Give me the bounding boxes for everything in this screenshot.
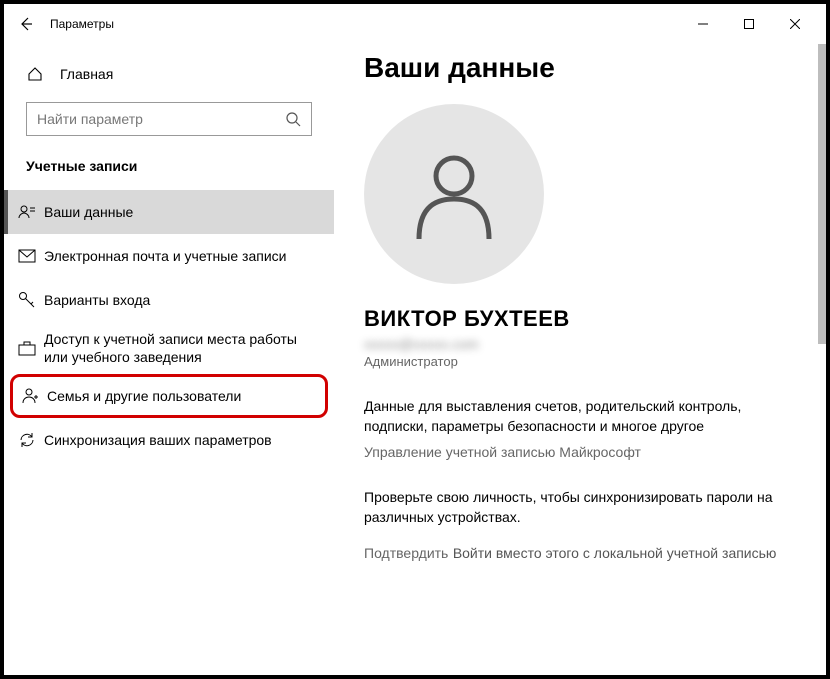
verify-link[interactable]: Подтвердить <box>364 545 448 561</box>
search-input[interactable]: Найти параметр <box>26 102 312 136</box>
main-content: Ваши данные ВИКТОР БУХТЕЕВ xxxxx@xxxxx.c… <box>334 44 826 675</box>
maximize-icon <box>744 19 754 29</box>
briefcase-icon <box>18 339 36 357</box>
home-link[interactable]: Главная <box>4 54 334 94</box>
person-add-icon <box>21 387 39 405</box>
user-name: ВИКТОР БУХТЕЕВ <box>364 306 796 332</box>
sidebar-item-your-info[interactable]: Ваши данные <box>4 190 334 234</box>
close-button[interactable] <box>772 8 818 40</box>
sidebar-item-label: Доступ к учетной записи места работы или… <box>44 330 312 366</box>
user-role: Администратор <box>364 354 796 369</box>
verify-description: Проверьте свою личность, чтобы синхрониз… <box>364 488 784 527</box>
manage-account-link[interactable]: Управление учетной записью Майкрософт <box>364 444 641 460</box>
local-account-link[interactable]: Войти вместо этого с локальной учетной з… <box>453 545 777 561</box>
home-label: Главная <box>60 66 113 82</box>
user-email: xxxxx@xxxxx.com <box>364 336 479 352</box>
sidebar-item-label: Ваши данные <box>44 203 133 221</box>
sidebar-item-label: Электронная почта и учетные записи <box>44 247 286 265</box>
minimize-button[interactable] <box>680 8 726 40</box>
sidebar-item-email-accounts[interactable]: Электронная почта и учетные записи <box>4 234 334 278</box>
scrollbar[interactable] <box>818 44 826 344</box>
maximize-button[interactable] <box>726 8 772 40</box>
avatar <box>364 104 544 284</box>
billing-description: Данные для выставления счетов, родительс… <box>364 397 784 436</box>
mail-icon <box>18 247 36 265</box>
key-icon <box>18 291 36 309</box>
page-title: Ваши данные <box>364 52 796 84</box>
search-placeholder: Найти параметр <box>37 111 285 127</box>
window-title: Параметры <box>50 17 114 31</box>
sync-icon <box>18 431 36 449</box>
minimize-icon <box>698 19 708 29</box>
sidebar: Главная Найти параметр Учетные записи Ва… <box>4 44 334 675</box>
window-body: Главная Найти параметр Учетные записи Ва… <box>4 44 826 675</box>
sidebar-item-work-access[interactable]: Доступ к учетной записи места работы или… <box>4 322 334 374</box>
close-icon <box>790 19 800 29</box>
sidebar-item-signin-options[interactable]: Варианты входа <box>4 278 334 322</box>
sidebar-item-label: Синхронизация ваших параметров <box>44 431 272 449</box>
sidebar-item-family-users[interactable]: Семья и другие пользователи <box>10 374 328 418</box>
settings-window: Параметры Главная Найти параметр <box>0 0 830 679</box>
arrow-left-icon <box>18 16 34 32</box>
person-card-icon <box>18 203 36 221</box>
sidebar-section-title: Учетные записи <box>4 154 334 190</box>
sidebar-item-sync-settings[interactable]: Синхронизация ваших параметров <box>4 418 334 462</box>
sidebar-item-label: Семья и другие пользователи <box>47 387 241 405</box>
titlebar: Параметры <box>4 4 826 44</box>
back-button[interactable] <box>12 10 40 38</box>
search-icon <box>285 111 301 127</box>
user-icon <box>404 144 504 244</box>
sidebar-item-label: Варианты входа <box>44 291 150 309</box>
home-icon <box>26 66 44 82</box>
